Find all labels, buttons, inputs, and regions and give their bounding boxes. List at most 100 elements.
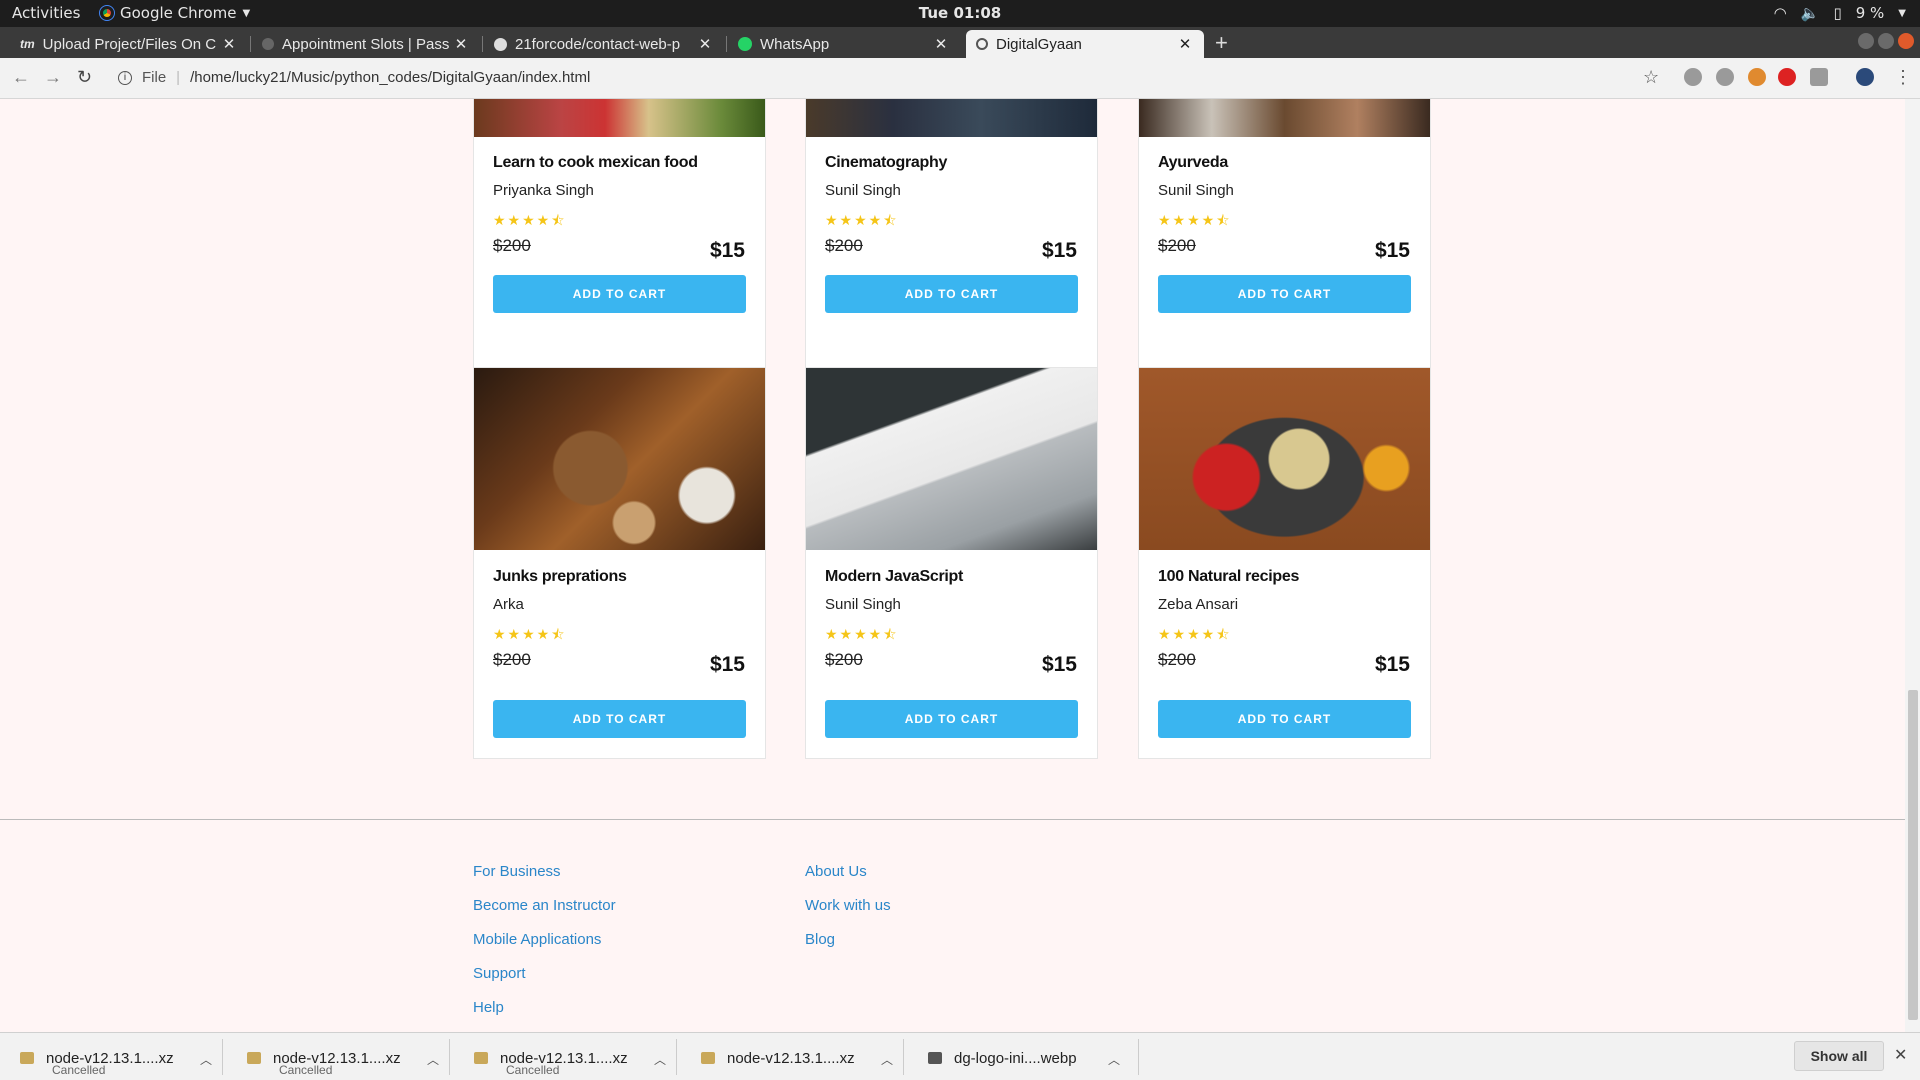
tab-upload-project[interactable]: tm Upload Project/Files On C ✕: [10, 30, 248, 58]
close-icon[interactable]: ✕: [220, 35, 238, 53]
activities-button[interactable]: Activities: [12, 4, 80, 22]
url-divider: |: [176, 69, 181, 86]
whatsapp-icon: [738, 37, 752, 51]
archive-icon: [701, 1052, 715, 1064]
course-author: Arka: [493, 596, 524, 613]
course-image: [1139, 368, 1430, 550]
close-icon[interactable]: ✕: [696, 35, 714, 53]
footer-link-work-with-us[interactable]: Work with us: [805, 897, 891, 914]
course-card: Modern JavaScript Sunil Singh ★★★★⯪ $200…: [805, 367, 1098, 759]
add-to-cart-button[interactable]: ADD TO CART: [825, 275, 1078, 313]
download-shelf: node-v12.13.1....xz Cancelled ︿ node-v12…: [0, 1032, 1920, 1080]
add-to-cart-button[interactable]: ADD TO CART: [493, 275, 746, 313]
course-title[interactable]: Ayurveda: [1158, 154, 1228, 172]
url-field[interactable]: i File | /home/lucky21/Music/python_code…: [118, 69, 590, 86]
footer-link-become-instructor[interactable]: Become an Instructor: [473, 897, 616, 914]
minimize-button[interactable]: [1858, 33, 1874, 49]
footer-link-mobile-apps[interactable]: Mobile Applications: [473, 931, 601, 948]
close-icon[interactable]: ✕: [1894, 1045, 1907, 1065]
forward-arrow-icon[interactable]: →: [44, 67, 62, 88]
chevron-up-icon[interactable]: ︿: [654, 1051, 666, 1068]
course-title[interactable]: Modern JavaScript: [825, 568, 963, 586]
footer-link-help[interactable]: Help: [473, 999, 504, 1016]
avatar[interactable]: [1856, 68, 1874, 86]
maximize-button[interactable]: [1878, 33, 1894, 49]
price: $15: [709, 239, 745, 262]
add-to-cart-button[interactable]: ADD TO CART: [1158, 700, 1411, 738]
footer-link-support[interactable]: Support: [473, 965, 526, 982]
old-price: $200: [1158, 236, 1196, 255]
extension-icon[interactable]: [1748, 68, 1766, 86]
rating-stars: ★★★★⯪: [825, 626, 899, 642]
tab-appointment-slots[interactable]: Appointment Slots | Pass ✕: [252, 30, 480, 58]
tab-github[interactable]: 21forcode/contact-web-p ✕: [484, 30, 724, 58]
scrollbar-thumb[interactable]: [1908, 690, 1918, 1020]
download-status: Cancelled: [279, 1063, 333, 1077]
price: $15: [1041, 239, 1077, 262]
old-price: $200: [1158, 650, 1196, 669]
download-status: Cancelled: [506, 1063, 560, 1077]
course-author: Zeba Ansari: [1158, 596, 1239, 613]
rating-stars: ★★★★⯪: [825, 212, 899, 228]
course-title[interactable]: Junks preprations: [493, 568, 627, 586]
download-item[interactable]: node-v12.13.1....xz Cancelled ︿: [474, 1041, 666, 1077]
course-title[interactable]: Cinematography: [825, 154, 947, 172]
footer-link-blog[interactable]: Blog: [805, 931, 835, 948]
download-item[interactable]: node-v12.13.1....xz Cancelled ︿: [20, 1041, 212, 1077]
image-file-icon: [928, 1052, 942, 1064]
close-icon[interactable]: ✕: [932, 35, 950, 53]
tab-strip: tm Upload Project/Files On C ✕ Appointme…: [0, 27, 1920, 58]
footer-link-about-us[interactable]: About Us: [805, 863, 867, 880]
back-arrow-icon[interactable]: ←: [12, 67, 30, 88]
price: $15: [1374, 653, 1410, 676]
reload-icon[interactable]: ↻: [77, 67, 92, 88]
close-icon[interactable]: ✕: [452, 35, 470, 53]
tab-whatsapp[interactable]: WhatsApp ✕: [728, 30, 960, 58]
close-icon[interactable]: ✕: [1176, 35, 1194, 53]
github-icon: [494, 37, 507, 51]
course-author: Sunil Singh: [825, 596, 901, 613]
rating-stars: ★★★★⯪: [1158, 626, 1232, 642]
show-all-button[interactable]: Show all: [1794, 1041, 1884, 1071]
menu-kebab-icon[interactable]: ⋮: [1894, 67, 1912, 88]
clock[interactable]: Tue 01:08: [0, 4, 1920, 22]
price: $15: [1041, 653, 1077, 676]
wifi-icon: ◠: [1773, 4, 1787, 22]
download-item[interactable]: node-v12.13.1....xz ︿: [701, 1041, 893, 1075]
course-title[interactable]: Learn to cook mexican food: [493, 154, 698, 172]
vertical-scrollbar[interactable]: [1905, 99, 1920, 1032]
tab-title: DigitalGyaan: [996, 35, 1082, 53]
tab-digitalgyaan[interactable]: DigitalGyaan ✕: [966, 30, 1204, 58]
chevron-up-icon[interactable]: ︿: [427, 1051, 439, 1068]
add-to-cart-button[interactable]: ADD TO CART: [1158, 275, 1411, 313]
chevron-down-icon: ▼: [242, 7, 251, 19]
course-card: Junks preprations Arka ★★★★⯪ $200 $15 AD…: [473, 367, 766, 759]
rating-stars: ★★★★⯪: [1158, 212, 1232, 228]
globe-icon: [976, 38, 988, 50]
chevron-up-icon[interactable]: ︿: [1108, 1051, 1120, 1068]
download-item[interactable]: node-v12.13.1....xz Cancelled ︿: [247, 1041, 439, 1077]
app-menu[interactable]: Google Chrome ▼: [99, 4, 251, 22]
chevron-up-icon[interactable]: ︿: [200, 1051, 212, 1068]
footer-link-for-business[interactable]: For Business: [473, 863, 561, 880]
extension-icon[interactable]: [1810, 68, 1828, 86]
download-item[interactable]: dg-logo-ini....webp ︿: [928, 1041, 1120, 1075]
old-price: $200: [825, 650, 863, 669]
course-title[interactable]: 100 Natural recipes: [1158, 568, 1299, 586]
add-to-cart-button[interactable]: ADD TO CART: [493, 700, 746, 738]
system-tray[interactable]: ◠ 🔈 ▯ 9 % ▼: [1774, 4, 1906, 22]
adblock-icon[interactable]: [1778, 68, 1796, 86]
add-to-cart-button[interactable]: ADD TO CART: [825, 700, 1078, 738]
price: $15: [1374, 239, 1410, 262]
course-image: [474, 368, 765, 550]
archive-icon: [20, 1052, 34, 1064]
chevron-down-icon: ▼: [1898, 7, 1906, 19]
bookmark-star-icon[interactable]: ☆: [1643, 67, 1659, 88]
extension-icon[interactable]: [1716, 68, 1734, 86]
window-close-button[interactable]: [1898, 33, 1914, 49]
extension-icon[interactable]: [1684, 68, 1702, 86]
app-name: Google Chrome: [120, 4, 237, 22]
download-filename: node-v12.13.1....xz: [727, 1049, 855, 1067]
new-tab-button[interactable]: +: [1215, 30, 1228, 56]
chevron-up-icon[interactable]: ︿: [881, 1051, 893, 1068]
